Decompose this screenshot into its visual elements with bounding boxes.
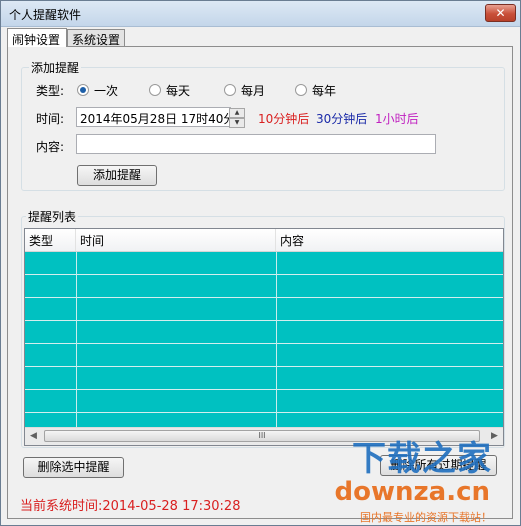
radio-yearly[interactable] bbox=[295, 84, 307, 96]
grip-icon: III bbox=[258, 431, 266, 440]
title-bar[interactable]: 个人提醒软件 ✕ bbox=[1, 1, 520, 27]
list-header: 类型 时间 内容 bbox=[25, 229, 503, 252]
add-reminder-group: 添加提醒 类型: 一次 每天 每月 每年 时间: 2014年05月28日 17时… bbox=[21, 59, 505, 191]
watermark: 下载之家 downza.cn 国内最专业的资源下载站！ bbox=[335, 431, 512, 525]
radio-monthly[interactable] bbox=[224, 84, 236, 96]
column-divider bbox=[76, 252, 77, 428]
quick-1hour-link[interactable]: 1小时后 bbox=[375, 110, 419, 127]
column-divider bbox=[276, 252, 277, 428]
tab-alarm-settings[interactable]: 闹钟设置 bbox=[7, 28, 67, 47]
table-row[interactable] bbox=[25, 321, 503, 344]
table-row[interactable] bbox=[25, 298, 503, 321]
watermark-domain: downza.cn bbox=[334, 477, 490, 507]
column-header-time[interactable]: 时间 bbox=[76, 229, 276, 251]
table-row[interactable] bbox=[25, 367, 503, 390]
scroll-left-icon[interactable]: ◀ bbox=[25, 428, 42, 445]
spin-up-icon[interactable]: ▲ bbox=[229, 108, 245, 118]
watermark-brand: 下载之家 bbox=[352, 439, 492, 479]
datetime-picker[interactable]: 2014年05月28日 17时40分 bbox=[76, 107, 231, 127]
radio-once[interactable] bbox=[77, 84, 89, 96]
app-window: 个人提醒软件 ✕ 闹钟设置 系统设置 添加提醒 类型: 一次 每天 每月 每年 … bbox=[0, 0, 521, 526]
table-row[interactable] bbox=[25, 390, 503, 413]
add-reminder-group-title: 添加提醒 bbox=[29, 59, 82, 76]
radio-daily[interactable] bbox=[149, 84, 161, 96]
spin-down-icon[interactable]: ▼ bbox=[229, 118, 245, 128]
reminder-list-group: 提醒列表 类型 时间 内容 ◀ III ▶ bbox=[21, 208, 505, 448]
delete-selected-button[interactable]: 删除选中提醒 bbox=[23, 457, 124, 478]
table-row[interactable] bbox=[25, 275, 503, 298]
list-body[interactable] bbox=[25, 252, 503, 428]
watermark-slogan: 国内最专业的资源下载站！ bbox=[360, 511, 492, 524]
radio-yearly-label[interactable]: 每年 bbox=[312, 82, 336, 99]
time-label: 时间: bbox=[36, 112, 65, 126]
tab-system-settings[interactable]: 系统设置 bbox=[67, 29, 125, 47]
radio-monthly-label[interactable]: 每月 bbox=[241, 82, 265, 99]
table-row[interactable] bbox=[25, 252, 503, 275]
type-label: 类型: bbox=[36, 84, 65, 98]
radio-once-label[interactable]: 一次 bbox=[94, 82, 118, 99]
close-button[interactable]: ✕ bbox=[485, 4, 516, 22]
datetime-spinner[interactable]: ▲ ▼ bbox=[229, 108, 245, 128]
quick-30min-link[interactable]: 30分钟后 bbox=[316, 110, 367, 127]
window-title: 个人提醒软件 bbox=[9, 8, 82, 22]
system-time-status: 当前系统时间:2014-05-28 17:30:28 bbox=[20, 495, 240, 514]
column-header-content[interactable]: 内容 bbox=[276, 229, 503, 251]
content-input[interactable] bbox=[76, 134, 436, 154]
close-icon: ✕ bbox=[495, 6, 506, 20]
system-time-label: 当前系统时间: bbox=[20, 499, 103, 514]
column-header-type[interactable]: 类型 bbox=[25, 229, 76, 251]
reminder-list-group-title: 提醒列表 bbox=[26, 208, 79, 225]
radio-daily-label[interactable]: 每天 bbox=[166, 82, 190, 99]
system-time-value: 2014-05-28 17:30:28 bbox=[102, 499, 241, 514]
content-label: 内容: bbox=[36, 140, 65, 154]
reminder-list[interactable]: 类型 时间 内容 ◀ III ▶ bbox=[24, 228, 504, 446]
quick-10min-link[interactable]: 10分钟后 bbox=[258, 110, 309, 127]
table-row[interactable] bbox=[25, 344, 503, 367]
add-reminder-button[interactable]: 添加提醒 bbox=[77, 165, 157, 186]
